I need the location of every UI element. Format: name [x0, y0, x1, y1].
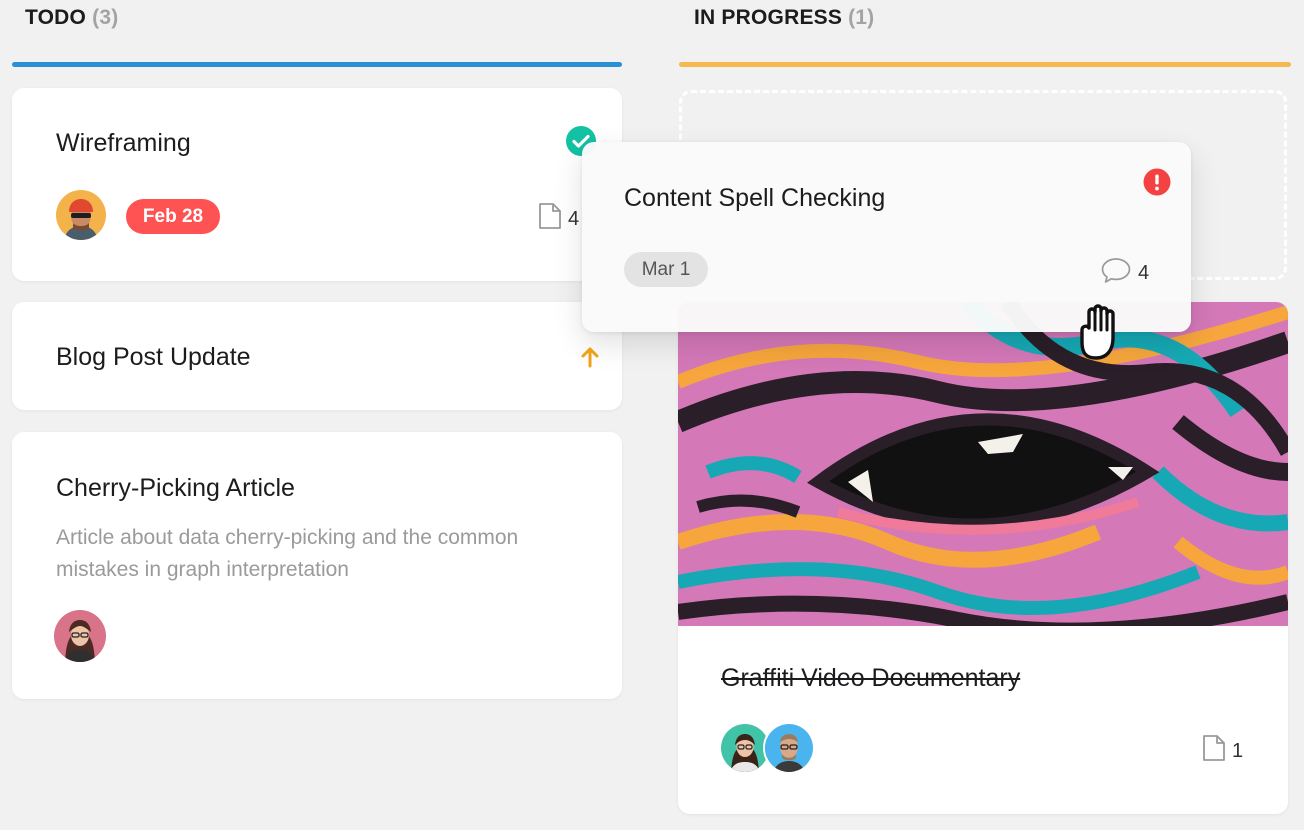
column-count: (3): [92, 6, 119, 29]
attachment-count-value: 1: [1232, 739, 1244, 762]
avatar[interactable]: [763, 722, 815, 774]
document-icon: [538, 202, 562, 236]
card-title: Content Spell Checking: [624, 184, 886, 212]
card-title: Cherry-Picking Article: [56, 474, 295, 502]
in-progress-accent-bar: [679, 62, 1291, 67]
column-header-in-progress: IN PROGRESS (1): [694, 6, 874, 30]
alert-icon: [1143, 168, 1171, 201]
card-title: Graffiti Video Documentary: [721, 664, 1021, 692]
comment-count: 4: [1100, 256, 1149, 290]
column-count: (1): [848, 6, 875, 29]
card-title: Blog Post Update: [56, 343, 251, 371]
card-description: Article about data cherry-picking and th…: [56, 526, 519, 581]
task-card-cherry-picking-article[interactable]: Cherry-Picking Article Article about dat…: [12, 432, 622, 699]
attachment-count: 1: [1202, 734, 1243, 768]
assignee-group: [719, 722, 819, 774]
attachment-count-value: 4: [568, 207, 580, 230]
due-date-badge: Mar 1: [624, 252, 708, 287]
task-card-graffiti-video-documentary[interactable]: Graffiti Video Documentary 1: [678, 302, 1288, 814]
cover-image: [678, 302, 1288, 639]
document-icon: [1202, 734, 1226, 768]
due-date-badge: Feb 28: [126, 199, 220, 234]
column-title: IN PROGRESS: [694, 6, 843, 29]
comment-icon: [1100, 256, 1132, 290]
todo-accent-bar: [12, 62, 622, 67]
attachment-count: 4: [538, 202, 586, 236]
arrow-up-icon: [581, 346, 599, 373]
column-title: TODO: [25, 6, 87, 29]
column-header-todo: TODO (3): [25, 6, 118, 30]
comment-count-value: 4: [1138, 261, 1150, 284]
avatar[interactable]: [56, 190, 106, 240]
task-card-blog-post-update[interactable]: Blog Post Update: [12, 302, 622, 410]
task-card-wireframing[interactable]: Wireframing Feb 28 4: [12, 88, 622, 281]
card-title: Wireframing: [56, 129, 191, 157]
avatar[interactable]: [54, 610, 106, 662]
grab-hand-cursor-icon: [1068, 298, 1132, 371]
